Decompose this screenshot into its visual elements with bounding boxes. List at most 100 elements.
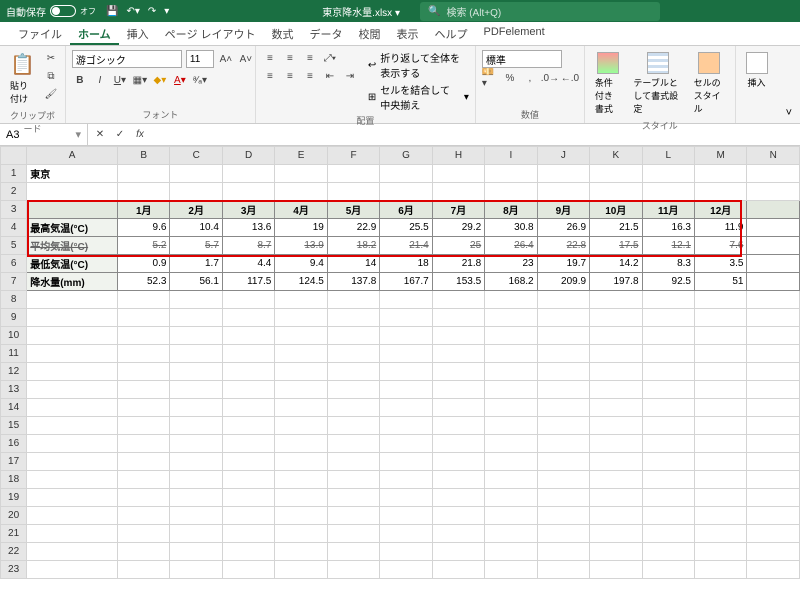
cell[interactable]	[590, 489, 642, 507]
row-header[interactable]: 5	[1, 237, 27, 255]
col-header[interactable]: F	[327, 147, 379, 165]
cell[interactable]	[327, 561, 379, 579]
cell[interactable]	[694, 471, 746, 489]
cell[interactable]: 0.9	[118, 255, 170, 273]
cell[interactable]	[327, 489, 379, 507]
ribbon-collapse-icon[interactable]: ˅	[778, 103, 800, 123]
cell[interactable]	[380, 543, 432, 561]
cell[interactable]	[694, 453, 746, 471]
cell[interactable]	[642, 417, 694, 435]
cell[interactable]	[170, 561, 222, 579]
cell[interactable]	[747, 183, 800, 201]
cell[interactable]: 117.5	[222, 273, 274, 291]
cell[interactable]	[222, 471, 274, 489]
cell[interactable]: 51	[694, 273, 746, 291]
cell[interactable]	[170, 417, 222, 435]
cell[interactable]	[642, 183, 694, 201]
cell[interactable]	[747, 561, 800, 579]
format-table-button[interactable]: テーブルとして書式設定	[629, 50, 685, 117]
wrap-text-button[interactable]: ↩折り返して全体を表示する	[368, 50, 469, 80]
row-header[interactable]: 22	[1, 543, 27, 561]
cell[interactable]	[380, 291, 432, 309]
cell[interactable]	[747, 237, 800, 255]
cell[interactable]: 153.5	[432, 273, 484, 291]
select-all-corner[interactable]	[1, 147, 27, 165]
cell[interactable]	[118, 435, 170, 453]
cell[interactable]	[432, 345, 484, 363]
cell[interactable]	[537, 399, 589, 417]
cell[interactable]: 8月	[485, 201, 537, 219]
cell[interactable]: 29.2	[432, 219, 484, 237]
cell[interactable]: 16.3	[642, 219, 694, 237]
cell[interactable]	[432, 165, 484, 183]
cell[interactable]	[327, 417, 379, 435]
cell[interactable]	[327, 327, 379, 345]
cell[interactable]	[747, 201, 800, 219]
cell[interactable]: 4.4	[222, 255, 274, 273]
cell[interactable]	[485, 291, 537, 309]
cell[interactable]	[170, 453, 222, 471]
cell[interactable]	[485, 453, 537, 471]
cell[interactable]	[27, 183, 118, 201]
cell[interactable]: 197.8	[590, 273, 642, 291]
cell[interactable]	[747, 255, 800, 273]
cell[interactable]	[642, 345, 694, 363]
conditional-format-button[interactable]: 条件付き書式	[591, 50, 626, 117]
cell[interactable]	[27, 561, 118, 579]
cell[interactable]	[747, 453, 800, 471]
cell[interactable]: 7.6	[694, 237, 746, 255]
cell[interactable]	[590, 525, 642, 543]
cell[interactable]	[590, 435, 642, 453]
cell[interactable]: 21.4	[380, 237, 432, 255]
cell[interactable]	[275, 471, 327, 489]
cell[interactable]	[27, 345, 118, 363]
cell[interactable]	[485, 435, 537, 453]
cell[interactable]	[118, 327, 170, 345]
font-color-icon[interactable]: A▾	[172, 72, 188, 88]
cell[interactable]: 124.5	[275, 273, 327, 291]
cell[interactable]: 9月	[537, 201, 589, 219]
row-header[interactable]: 23	[1, 561, 27, 579]
cell[interactable]	[118, 309, 170, 327]
row-header[interactable]: 11	[1, 345, 27, 363]
cell[interactable]	[432, 453, 484, 471]
cell[interactable]	[432, 561, 484, 579]
cell[interactable]	[537, 435, 589, 453]
tab-formulas[interactable]: 数式	[264, 22, 302, 45]
cell[interactable]: 10月	[590, 201, 642, 219]
cell[interactable]	[170, 183, 222, 201]
align-middle-icon[interactable]: ≡	[282, 50, 298, 66]
cell[interactable]	[642, 363, 694, 381]
cell[interactable]: 3月	[222, 201, 274, 219]
cell[interactable]	[747, 291, 800, 309]
cell[interactable]: 21.5	[590, 219, 642, 237]
row-header[interactable]: 13	[1, 381, 27, 399]
cell[interactable]	[27, 525, 118, 543]
cell[interactable]	[747, 417, 800, 435]
cell[interactable]	[747, 471, 800, 489]
cell[interactable]	[222, 489, 274, 507]
cell[interactable]: 4月	[275, 201, 327, 219]
cell[interactable]	[485, 471, 537, 489]
cell[interactable]	[27, 291, 118, 309]
cell[interactable]	[170, 291, 222, 309]
cell[interactable]	[170, 165, 222, 183]
cell[interactable]	[642, 435, 694, 453]
cell[interactable]	[118, 345, 170, 363]
formula-input[interactable]	[152, 124, 800, 145]
row-header[interactable]: 19	[1, 489, 27, 507]
cell[interactable]	[537, 453, 589, 471]
cell[interactable]: 18.2	[327, 237, 379, 255]
row-header[interactable]: 12	[1, 363, 27, 381]
tab-view[interactable]: 表示	[389, 22, 427, 45]
italic-icon[interactable]: I	[92, 72, 108, 88]
cell[interactable]: 56.1	[170, 273, 222, 291]
cell[interactable]	[537, 489, 589, 507]
row-header[interactable]: 2	[1, 183, 27, 201]
cell[interactable]	[590, 399, 642, 417]
cell[interactable]	[275, 507, 327, 525]
cell[interactable]	[275, 435, 327, 453]
cell[interactable]	[27, 471, 118, 489]
cell[interactable]	[327, 165, 379, 183]
name-box[interactable]: A3 ▾	[0, 124, 88, 145]
